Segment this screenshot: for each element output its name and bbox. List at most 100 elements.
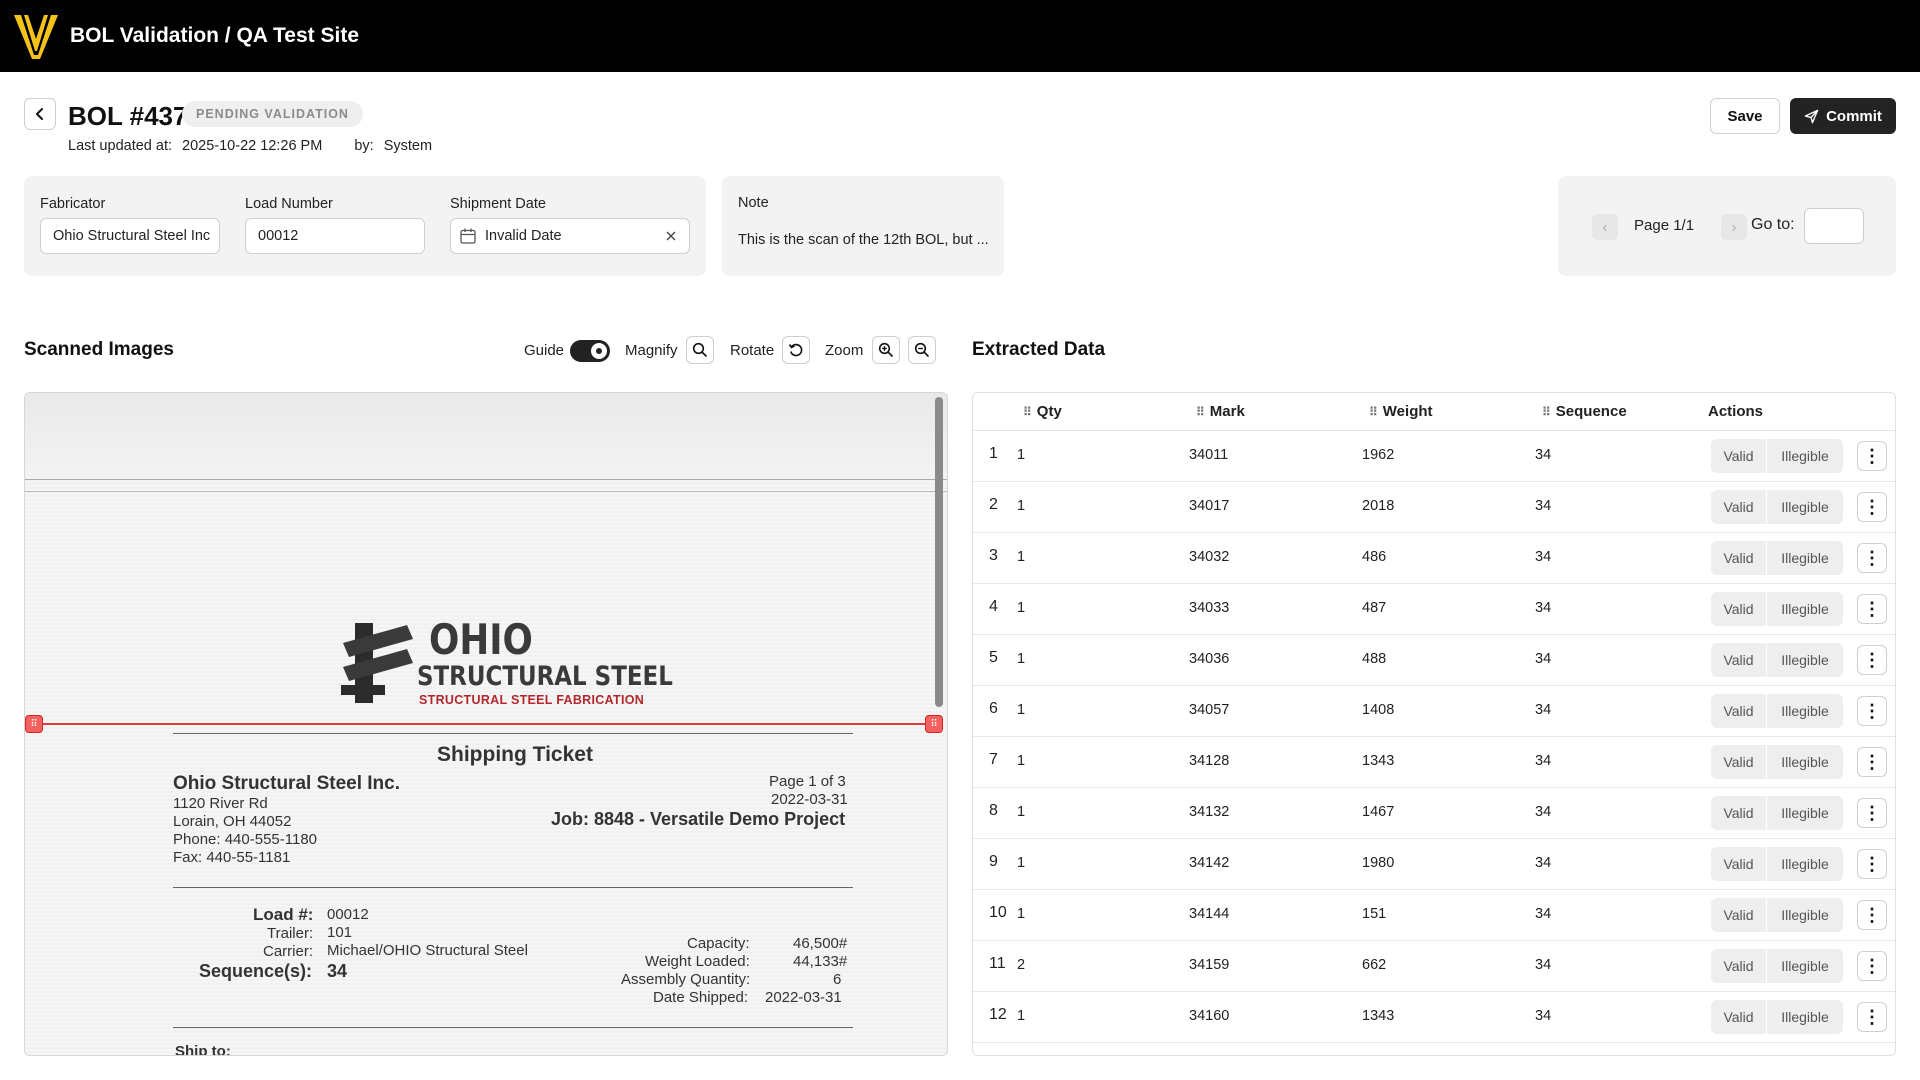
fabricator-input[interactable]: Ohio Structural Steel Inc xyxy=(40,218,220,254)
next-page-button[interactable]: › xyxy=(1721,214,1747,240)
weight-cell[interactable]: 1962 xyxy=(1362,447,1394,463)
rotate-button[interactable] xyxy=(782,336,810,364)
mark-cell[interactable]: 34160 xyxy=(1189,1008,1229,1024)
qty-cell[interactable]: 1 xyxy=(1017,804,1025,820)
weight-cell[interactable]: 488 xyxy=(1362,651,1386,667)
row-menu-button[interactable]: ⋮ xyxy=(1857,645,1887,675)
qty-cell[interactable]: 1 xyxy=(1017,702,1025,718)
qty-cell[interactable]: 1 xyxy=(1017,600,1025,616)
illegible-button[interactable]: Illegible xyxy=(1767,643,1843,677)
valid-button[interactable]: Valid xyxy=(1711,541,1767,575)
magnify-button[interactable] xyxy=(686,336,714,364)
weight-cell[interactable]: 1408 xyxy=(1362,702,1394,718)
row-menu-button[interactable]: ⋮ xyxy=(1857,696,1887,726)
mark-cell[interactable]: 34128 xyxy=(1189,753,1229,769)
prev-page-button[interactable]: ‹ xyxy=(1592,214,1618,240)
row-menu-button[interactable]: ⋮ xyxy=(1857,492,1887,522)
clear-icon[interactable] xyxy=(665,230,677,242)
sequence-cell[interactable]: 34 xyxy=(1535,753,1551,769)
versatile-logo-icon[interactable] xyxy=(12,11,60,61)
sequence-cell[interactable]: 34 xyxy=(1535,651,1551,667)
qty-cell[interactable]: 2 xyxy=(1017,957,1025,973)
column-qty[interactable]: ⠿ Qty xyxy=(1023,403,1062,420)
qty-cell[interactable]: 1 xyxy=(1017,855,1025,871)
valid-button[interactable]: Valid xyxy=(1711,745,1767,779)
drag-handle-icon[interactable]: ⠿ xyxy=(1369,405,1378,419)
sequence-cell[interactable]: 34 xyxy=(1535,600,1551,616)
illegible-button[interactable]: Illegible xyxy=(1767,490,1843,524)
mark-cell[interactable]: 34132 xyxy=(1189,804,1229,820)
weight-cell[interactable]: 2018 xyxy=(1362,498,1394,514)
sequence-cell[interactable]: 34 xyxy=(1535,1008,1551,1024)
row-menu-button[interactable]: ⋮ xyxy=(1857,798,1887,828)
weight-cell[interactable]: 1467 xyxy=(1362,804,1394,820)
table-row[interactable]: 10 1 34144 151 34 Valid Illegible ⋮ xyxy=(973,890,1895,941)
column-mark[interactable]: ⠿ Mark xyxy=(1196,403,1245,420)
shipment-date-picker[interactable]: Invalid Date xyxy=(450,218,690,254)
mark-cell[interactable]: 34142 xyxy=(1189,855,1229,871)
qty-cell[interactable]: 1 xyxy=(1017,1008,1025,1024)
back-button[interactable] xyxy=(24,98,56,130)
drag-handle-icon[interactable]: ⠿ xyxy=(1023,405,1032,419)
sequence-cell[interactable]: 34 xyxy=(1535,498,1551,514)
drag-handle-icon[interactable]: ⠿ xyxy=(1196,405,1205,419)
column-sequence[interactable]: ⠿ Sequence xyxy=(1542,403,1627,420)
guide-toggle[interactable] xyxy=(570,340,610,362)
commit-button[interactable]: Commit xyxy=(1790,98,1896,134)
drag-handle-icon[interactable]: ⠿ xyxy=(1542,405,1551,419)
row-menu-button[interactable]: ⋮ xyxy=(1857,594,1887,624)
table-row[interactable]: 12 1 34160 1343 34 Valid Illegible ⋮ xyxy=(973,992,1895,1043)
valid-button[interactable]: Valid xyxy=(1711,490,1767,524)
sequence-cell[interactable]: 34 xyxy=(1535,447,1551,463)
mark-cell[interactable]: 34144 xyxy=(1189,906,1229,922)
weight-cell[interactable]: 1343 xyxy=(1362,1008,1394,1024)
illegible-button[interactable]: Illegible xyxy=(1767,592,1843,626)
valid-button[interactable]: Valid xyxy=(1711,1000,1767,1034)
guide-handle-left[interactable]: ⠿ xyxy=(25,715,43,733)
row-menu-button[interactable]: ⋮ xyxy=(1857,849,1887,879)
mark-cell[interactable]: 34032 xyxy=(1189,549,1229,565)
illegible-button[interactable]: Illegible xyxy=(1767,847,1843,881)
illegible-button[interactable]: Illegible xyxy=(1767,541,1843,575)
qty-cell[interactable]: 1 xyxy=(1017,651,1025,667)
column-weight[interactable]: ⠿ Weight xyxy=(1369,403,1433,420)
row-menu-button[interactable]: ⋮ xyxy=(1857,441,1887,471)
sequence-cell[interactable]: 34 xyxy=(1535,855,1551,871)
note-panel[interactable]: Note This is the scan of the 12th BOL, b… xyxy=(722,176,1004,276)
weight-cell[interactable]: 487 xyxy=(1362,600,1386,616)
table-row[interactable]: 9 1 34142 1980 34 Valid Illegible ⋮ xyxy=(973,839,1895,890)
valid-button[interactable]: Valid xyxy=(1711,847,1767,881)
table-row[interactable]: 2 1 34017 2018 34 Valid Illegible ⋮ xyxy=(973,482,1895,533)
load-number-input[interactable]: 00012 xyxy=(245,218,425,254)
mark-cell[interactable]: 34033 xyxy=(1189,600,1229,616)
weight-cell[interactable]: 486 xyxy=(1362,549,1386,565)
illegible-button[interactable]: Illegible xyxy=(1767,898,1843,932)
row-menu-button[interactable]: ⋮ xyxy=(1857,1002,1887,1032)
weight-cell[interactable]: 151 xyxy=(1362,906,1386,922)
sequence-cell[interactable]: 34 xyxy=(1535,957,1551,973)
row-menu-button[interactable]: ⋮ xyxy=(1857,543,1887,573)
table-row[interactable]: 7 1 34128 1343 34 Valid Illegible ⋮ xyxy=(973,737,1895,788)
save-button[interactable]: Save xyxy=(1710,98,1780,134)
guide-handle-right[interactable]: ⠿ xyxy=(925,715,943,733)
illegible-button[interactable]: Illegible xyxy=(1767,439,1843,473)
weight-cell[interactable]: 1980 xyxy=(1362,855,1394,871)
valid-button[interactable]: Valid xyxy=(1711,898,1767,932)
sequence-cell[interactable]: 34 xyxy=(1535,804,1551,820)
zoom-out-button[interactable] xyxy=(908,336,936,364)
row-menu-button[interactable]: ⋮ xyxy=(1857,747,1887,777)
qty-cell[interactable]: 1 xyxy=(1017,549,1025,565)
qty-cell[interactable]: 1 xyxy=(1017,447,1025,463)
valid-button[interactable]: Valid xyxy=(1711,694,1767,728)
goto-page-input[interactable] xyxy=(1804,208,1864,244)
valid-button[interactable]: Valid xyxy=(1711,592,1767,626)
illegible-button[interactable]: Illegible xyxy=(1767,745,1843,779)
table-row[interactable]: 3 1 34032 486 34 Valid Illegible ⋮ xyxy=(973,533,1895,584)
valid-button[interactable]: Valid xyxy=(1711,439,1767,473)
mark-cell[interactable]: 34011 xyxy=(1189,447,1228,463)
viewer-scrollbar[interactable] xyxy=(935,397,943,707)
weight-cell[interactable]: 662 xyxy=(1362,957,1386,973)
qty-cell[interactable]: 1 xyxy=(1017,753,1025,769)
illegible-button[interactable]: Illegible xyxy=(1767,694,1843,728)
valid-button[interactable]: Valid xyxy=(1711,796,1767,830)
